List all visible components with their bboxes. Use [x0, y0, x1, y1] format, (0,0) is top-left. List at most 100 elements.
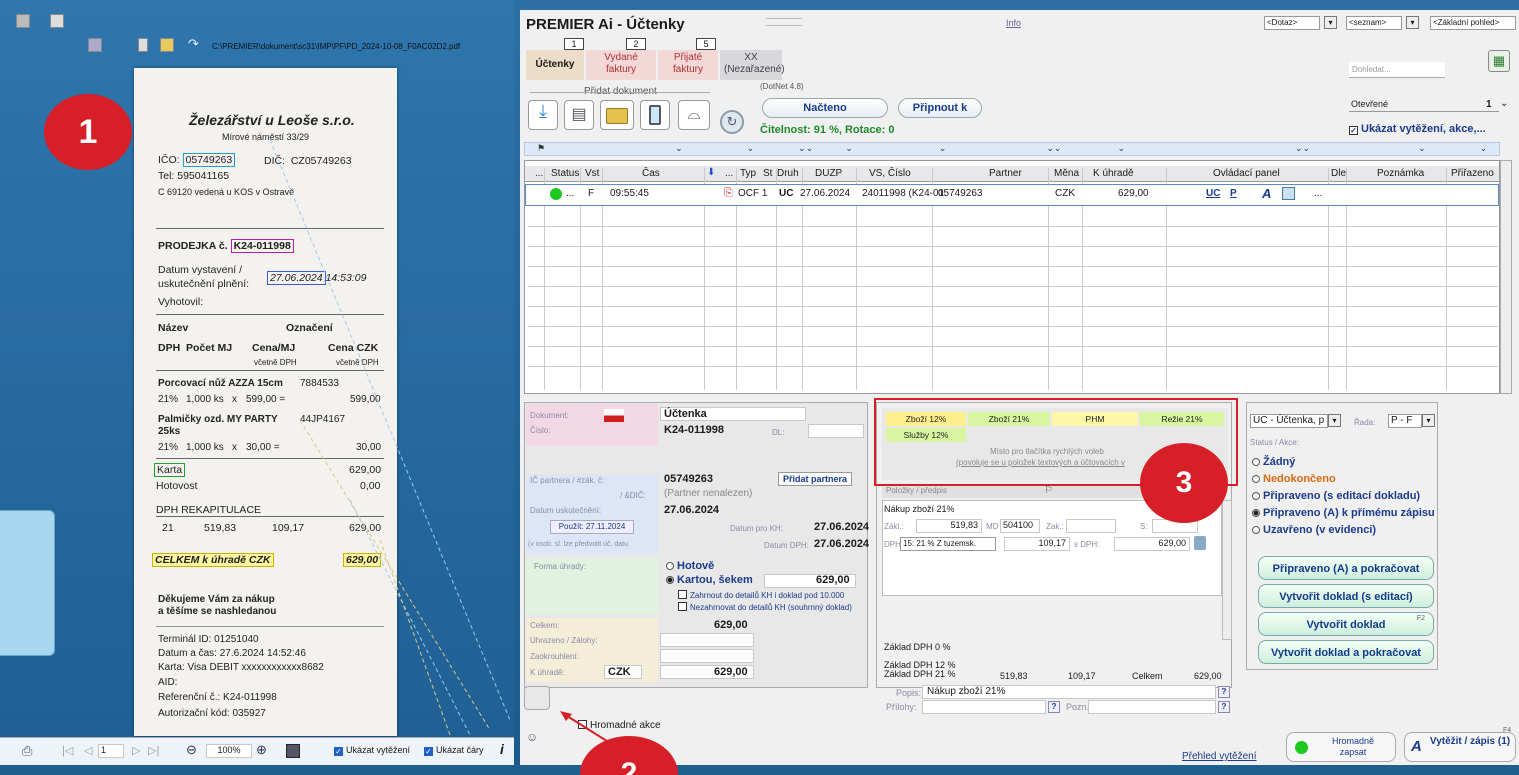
chevron-down-icon[interactable]: ⌄ — [1480, 143, 1488, 153]
help-icon[interactable]: ? — [1218, 701, 1230, 713]
panel-icon[interactable] — [88, 38, 102, 52]
trash-icon[interactable] — [1194, 536, 1206, 550]
chevron-down-icon[interactable]: ⌄ — [1117, 143, 1125, 153]
use-date-button[interactable]: Použít: 27.11.2024 — [550, 520, 634, 534]
rotate-icon[interactable]: ↷ — [188, 36, 199, 52]
query-dropdown[interactable]: <Dotaz> — [1264, 16, 1320, 30]
col-header[interactable]: Čas — [642, 168, 660, 179]
scanner-icon[interactable]: ⌓ — [678, 100, 710, 130]
extract-write-button[interactable]: A Vytěžit / zápis (1) F4 — [1404, 727, 1516, 762]
bulk-write-button[interactable]: Hromadně zapsat — [1286, 732, 1396, 762]
sort-arrow-icon[interactable]: ⬇ — [707, 167, 715, 178]
status-ready-direct-radio[interactable]: Připraveno (A) k přímému zápisu — [1252, 507, 1435, 519]
info-icon[interactable]: i — [500, 741, 504, 757]
round-input[interactable] — [660, 649, 754, 663]
col-header[interactable]: DUZP — [815, 168, 842, 179]
first-page-icon[interactable]: |◁ — [62, 744, 73, 757]
left-action-box[interactable] — [524, 686, 550, 710]
grid-scrollbar[interactable] — [1500, 160, 1512, 394]
pdf-icon[interactable]: ⎘ — [724, 187, 733, 200]
zoom-out-icon[interactable]: ⊖ — [186, 742, 197, 758]
opened-dropdown[interactable]: Otevřené — [1349, 98, 1499, 112]
show-lines-checkbox[interactable]: ✓ Ukázat čáry — [424, 745, 484, 756]
vat-input[interactable]: 109,17 — [1004, 537, 1070, 551]
col-header[interactable]: ... — [725, 168, 733, 179]
loaded-button[interactable]: Načteno — [762, 98, 888, 118]
phone-scan-icon[interactable] — [640, 100, 670, 130]
attachments-input[interactable] — [922, 700, 1046, 714]
chevron-down-icon[interactable]: ⌄ — [845, 143, 853, 153]
tab-receipts[interactable]: Účtenky — [526, 50, 584, 80]
col-header[interactable]: St — [763, 168, 772, 179]
tab-unassigned[interactable]: XX (Nezařazené) — [720, 50, 785, 80]
help-icon[interactable]: ? — [1048, 701, 1060, 713]
col-header[interactable]: ... — [535, 168, 543, 179]
col-header[interactable]: Status — [551, 168, 579, 179]
help-icon[interactable]: ? — [1218, 686, 1230, 698]
close-icon[interactable] — [16, 14, 30, 28]
items-scrollbar[interactable] — [1222, 500, 1232, 640]
fit-page-icon[interactable] — [286, 744, 300, 758]
col-header[interactable]: K úhradě — [1093, 168, 1134, 179]
print-icon[interactable]: ⎙ — [22, 743, 32, 759]
chevron-down-icon[interactable]: ⌄⌄ — [1046, 143, 1061, 153]
pay-cash-radio[interactable]: Hotově — [666, 560, 714, 572]
dl-input[interactable] — [808, 424, 864, 438]
zoom-in-icon[interactable]: ⊕ — [256, 742, 267, 758]
drag-handle[interactable] — [766, 18, 802, 26]
flag-icon[interactable] — [50, 14, 64, 28]
col-header[interactable]: Dle — [1331, 168, 1346, 179]
side-panel-tab[interactable] — [0, 510, 55, 656]
flag-icon[interactable]: ⚑ — [537, 143, 545, 153]
document-icon[interactable] — [138, 38, 148, 52]
row-ellipsis[interactable]: ... — [1314, 188, 1322, 199]
attach-button[interactable]: Připnout k — [898, 98, 982, 118]
prev-page-icon[interactable]: ◁ — [84, 744, 92, 757]
chevron-down-icon[interactable]: ▾ — [1328, 414, 1341, 427]
col-header[interactable]: Druh — [777, 168, 799, 179]
folder-icon[interactable] — [160, 38, 174, 52]
list-dropdown[interactable]: <seznam> — [1346, 16, 1402, 30]
col-header[interactable]: Poznámka — [1377, 168, 1424, 179]
chevron-down-icon[interactable]: ⌄ — [939, 143, 947, 153]
chevron-down-icon[interactable]: ▾ — [1324, 16, 1337, 29]
due-currency[interactable]: CZK — [604, 665, 642, 679]
flag-icon[interactable]: ⚐ — [1044, 485, 1053, 496]
download-icon[interactable]: ⤓ — [528, 100, 558, 130]
zoom-input[interactable]: 100% — [206, 744, 252, 758]
col-header[interactable]: Přiřazeno — [1451, 168, 1494, 179]
paid-input[interactable] — [660, 633, 754, 647]
extraction-overview-link[interactable]: Přehled vytěžení — [1182, 751, 1257, 762]
series-dropdown[interactable]: P - F — [1388, 414, 1422, 428]
filter-bar[interactable]: ⚑ ⌄ ⌄ ⌄⌄ ⌄ ⌄ ⌄⌄ ⌄ ⌄⌄ ⌄ ⌄ — [524, 142, 1500, 156]
refresh-icon[interactable]: ↻ — [720, 110, 744, 134]
ctrl-uc-link[interactable]: UC — [1206, 188, 1220, 199]
col-header[interactable]: Měna — [1054, 168, 1079, 179]
edit-icon[interactable] — [1282, 187, 1295, 200]
folder-icon[interactable] — [600, 100, 634, 130]
table-row[interactable]: ... F 09:55:45 ⎘ OCF 1 UC 27.06.2024 240… — [525, 184, 1499, 206]
note-input[interactable] — [1088, 700, 1216, 714]
col-header[interactable]: Ovládací panel — [1213, 168, 1280, 179]
col-header[interactable]: VS, Číslo — [869, 168, 911, 179]
base-input[interactable]: 519,83 — [916, 519, 982, 533]
ctrl-p-link[interactable]: P — [1230, 188, 1237, 199]
chevron-down-icon[interactable]: ⌄ — [1418, 143, 1426, 153]
next-page-icon[interactable]: ▷ — [132, 744, 140, 757]
create-doc-continue-button[interactable]: Vytvořit doklad a pokračovat — [1258, 640, 1434, 664]
add-partner-button[interactable]: Přidat partnera — [778, 472, 852, 486]
status-ready-edit-radio[interactable]: Připraveno (s editací dokladu) — [1252, 490, 1420, 502]
chevron-down-icon[interactable]: ▾ — [1422, 414, 1435, 427]
pay-card-radio[interactable]: Kartou, šekem — [666, 574, 753, 586]
create-doc-edit-button[interactable]: Vytvořit doklad (s editací) — [1258, 584, 1434, 608]
chevron-down-icon[interactable]: ⌄ — [747, 143, 755, 153]
view-dropdown[interactable]: <Základní pohled> — [1430, 16, 1516, 30]
desc-input[interactable]: Nákup zboží 21% — [922, 685, 1216, 699]
md-input[interactable]: 504100 — [1000, 519, 1040, 533]
info-link[interactable]: Info — [1006, 18, 1021, 28]
chevron-down-icon[interactable]: ⌄⌄ — [798, 143, 813, 153]
ai-extract-icon[interactable]: A — [1262, 186, 1271, 201]
ready-continue-button[interactable]: Připraveno (A) a pokračovat — [1258, 556, 1434, 580]
tab-issued-invoices[interactable]: Vydané faktury — [586, 50, 656, 80]
create-doc-button[interactable]: Vytvořit doklad F2 — [1258, 612, 1434, 636]
